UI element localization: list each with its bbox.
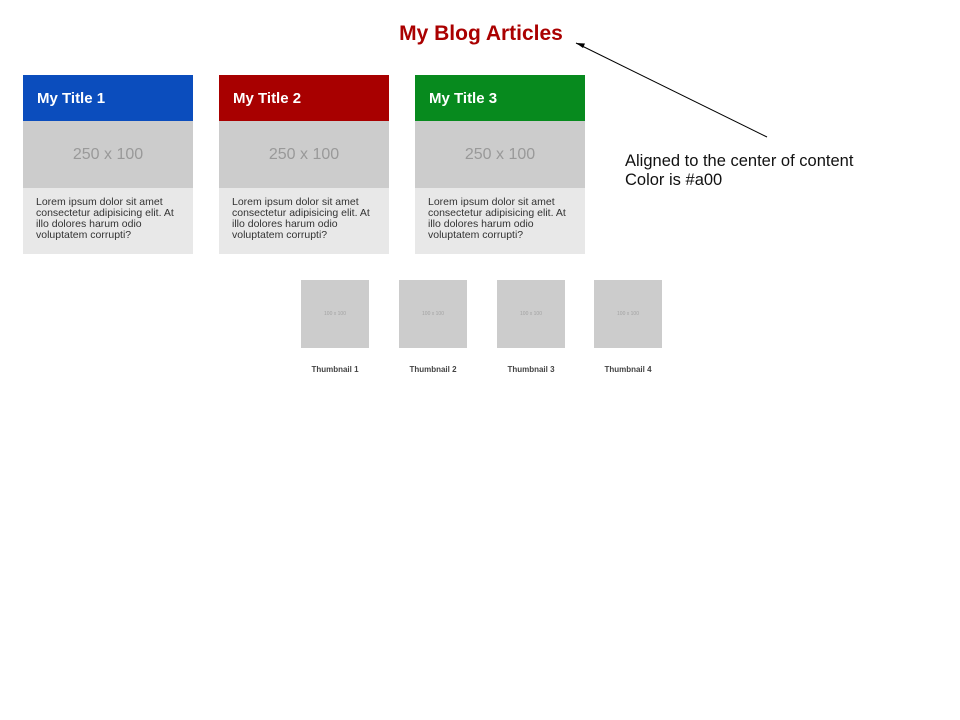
thumbnail-label: Thumbnail 1 [311,365,359,374]
thumbnail-image-placeholder: 100 x 100 [301,280,369,348]
thumbnail-item[interactable]: 100 x 100 Thumbnail 4 [594,280,662,374]
arrow-icon [575,42,768,138]
thumbnail-item[interactable]: 100 x 100 Thumbnail 2 [399,280,467,374]
card-image-placeholder: 250 x 100 [23,121,193,188]
page-title: My Blog Articles [399,22,563,45]
thumbnail-item[interactable]: 100 x 100 Thumbnail 3 [497,280,565,374]
card-title: My Title 2 [219,75,389,121]
thumbnail-label: Thumbnail 4 [604,365,652,374]
annotation-note: Aligned to the center of content Color i… [625,152,853,190]
article-card[interactable]: My Title 2 250 x 100 Lorem ipsum dolor s… [219,75,389,254]
card-text: Lorem ipsum dolor sit amet consectetur a… [232,196,370,241]
thumbnail-label: Thumbnail 2 [409,365,457,374]
thumbnail-item[interactable]: 100 x 100 Thumbnail 1 [301,280,369,374]
card-title: My Title 1 [23,75,193,121]
card-text: Lorem ipsum dolor sit amet consectetur a… [36,196,174,241]
thumbnail-image-placeholder: 100 x 100 [497,280,565,348]
thumbnail-image-placeholder: 100 x 100 [594,280,662,348]
article-card[interactable]: My Title 1 250 x 100 Lorem ipsum dolor s… [23,75,193,254]
annotation-line: Color is #a00 [625,171,723,189]
thumbnail-image-placeholder: 100 x 100 [399,280,467,348]
card-text: Lorem ipsum dolor sit amet consectetur a… [428,196,566,241]
annotation-line: Aligned to the center of content [625,152,854,170]
card-image-placeholder: 250 x 100 [219,121,389,188]
thumbnail-label: Thumbnail 3 [507,365,555,374]
thumbnail-gallery: 100 x 100 Thumbnail 1 100 x 100 Thumbnai… [301,280,681,380]
